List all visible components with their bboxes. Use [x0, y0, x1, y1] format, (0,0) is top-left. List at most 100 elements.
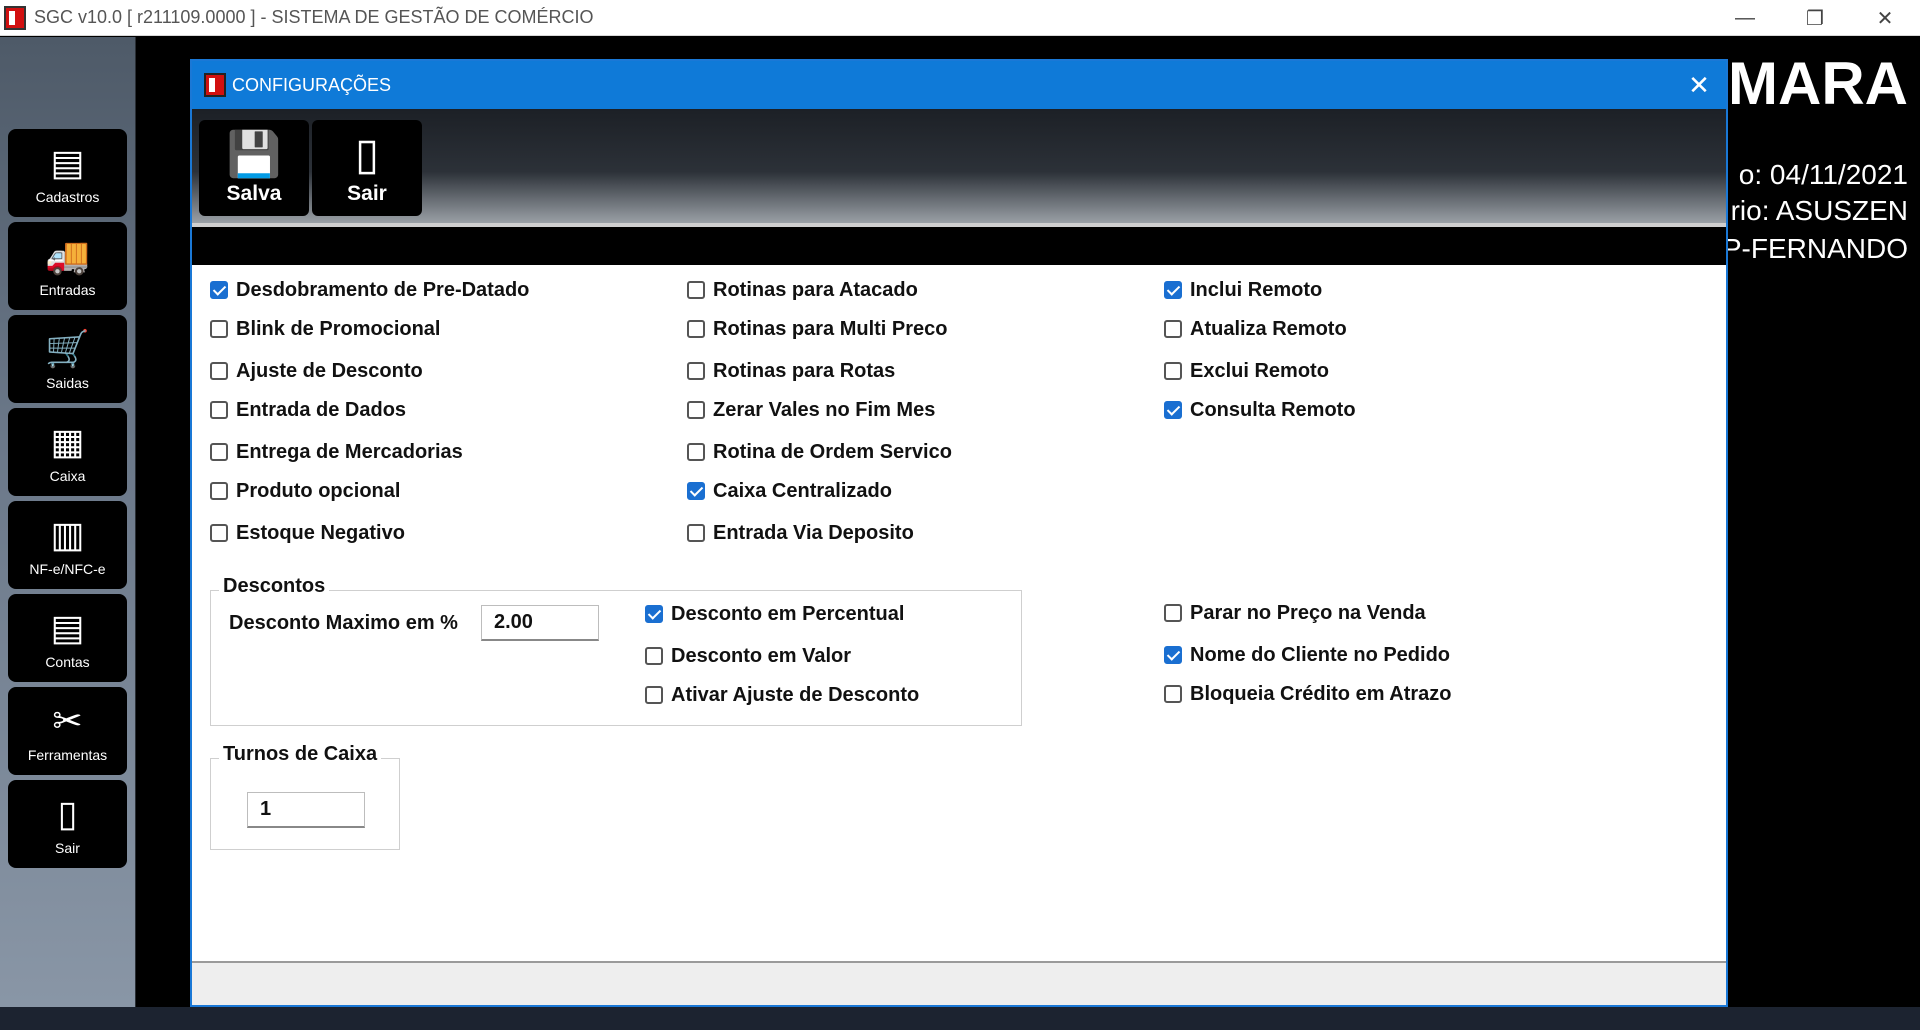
- sidebar-item-sair[interactable]: ▯ Sair: [8, 780, 127, 868]
- checkbox-exclui-remoto[interactable]: Exclui Remoto: [1164, 358, 1329, 384]
- checkbox-box[interactable]: [645, 686, 663, 704]
- restore-button[interactable]: ❐: [1780, 0, 1850, 36]
- checkbox-blink-promocional[interactable]: Blink de Promocional: [210, 316, 440, 342]
- cabinet-icon: ▤: [50, 142, 85, 183]
- sidebar-item-label: Ferramentas: [27, 747, 108, 763]
- sidebar-item-nfe[interactable]: ▥ NF-e/NFC-e: [8, 501, 127, 589]
- dialog-toolbar: 💾 Salva ▯ Sair: [192, 109, 1726, 227]
- checkbox-caixa-centralizado[interactable]: Caixa Centralizado: [687, 478, 892, 504]
- turnos-caixa-legend: Turnos de Caixa: [219, 743, 382, 766]
- checkbox-rotinas-atacado[interactable]: Rotinas para Atacado: [687, 277, 918, 303]
- checkbox-inclui-remoto[interactable]: Inclui Remoto: [1164, 277, 1322, 303]
- checkbox-consulta-remoto[interactable]: Consulta Remoto: [1164, 397, 1356, 423]
- os-taskbar: [0, 1007, 1920, 1030]
- checkbox-ajuste-desconto[interactable]: Ajuste de Desconto: [210, 358, 423, 384]
- checkbox-box[interactable]: [645, 647, 663, 665]
- checkbox-bloqueia-credito[interactable]: Bloqueia Crédito em Atrazo: [1164, 681, 1452, 707]
- checkbox-box[interactable]: [687, 524, 705, 542]
- door-icon: ▯: [57, 793, 78, 834]
- checkbox-box[interactable]: [1164, 685, 1182, 703]
- checkbox-box[interactable]: [210, 281, 228, 299]
- desconto-maximo-label: Desconto Maximo em %: [229, 612, 458, 634]
- sidebar-item-cadastros[interactable]: ▤ Cadastros: [8, 129, 127, 217]
- checkbox-rotinas-multi-preco[interactable]: Rotinas para Multi Preco: [687, 316, 948, 342]
- checkbox-box[interactable]: [210, 443, 228, 461]
- invoice-list-icon: ▥: [50, 514, 85, 555]
- checkbox-box[interactable]: [687, 482, 705, 500]
- minimize-button[interactable]: —: [1710, 0, 1780, 36]
- turnos-caixa-input[interactable]: [247, 792, 365, 828]
- window-close-button[interactable]: ✕: [1850, 0, 1920, 36]
- checkbox-box[interactable]: [210, 362, 228, 380]
- sidebar: ▤ Cadastros 🚚 Entradas 🛒 Saidas ▦ Caixa …: [0, 37, 136, 1007]
- checkbox-atualiza-remoto[interactable]: Atualiza Remoto: [1164, 316, 1347, 342]
- dialog-header: CONFIGURAÇÕES ✕: [192, 61, 1726, 109]
- checkbox-label: Ajuste de Desconto: [236, 359, 423, 382]
- checkbox-label: Entrada Via Deposito: [713, 521, 914, 544]
- checkbox-produto-opcional[interactable]: Produto opcional: [210, 478, 400, 504]
- checkbox-label: Ativar Ajuste de Desconto: [671, 683, 920, 706]
- checkbox-box[interactable]: [687, 401, 705, 419]
- checkbox-box[interactable]: [1164, 362, 1182, 380]
- window-titlebar: SGC v10.0 [ r211109.0000 ] - SISTEMA DE …: [0, 0, 1920, 36]
- checkbox-zerar-vales[interactable]: Zerar Vales no Fim Mes: [687, 397, 935, 423]
- checkbox-box[interactable]: [210, 401, 228, 419]
- descontos-legend: Descontos: [219, 575, 330, 598]
- sidebar-item-label: Cadastros: [35, 189, 100, 205]
- checkbox-box[interactable]: [1164, 604, 1182, 622]
- sidebar-item-caixa[interactable]: ▦ Caixa: [8, 408, 127, 496]
- checkbox-box[interactable]: [687, 281, 705, 299]
- dialog-statusbar: [192, 961, 1726, 1005]
- exit-button[interactable]: ▯ Sair: [312, 120, 422, 216]
- checkbox-estoque-negativo[interactable]: Estoque Negativo: [210, 520, 405, 546]
- checkbox-box[interactable]: [210, 482, 228, 500]
- checkbox-box[interactable]: [1164, 401, 1182, 419]
- checkbox-rotinas-rotas[interactable]: Rotinas para Rotas: [687, 358, 895, 384]
- checkbox-label: Produto opcional: [236, 479, 401, 502]
- sidebar-item-contas[interactable]: ▤ Contas: [8, 594, 127, 682]
- checkbox-desdobramento-pre-datado[interactable]: Desdobramento de Pre-Datado: [210, 277, 529, 303]
- checkbox-box[interactable]: [210, 320, 228, 338]
- floppy-disk-icon: 💾: [226, 130, 282, 179]
- checkbox-label: Rotinas para Atacado: [713, 278, 918, 301]
- sidebar-item-entradas[interactable]: 🚚 Entradas: [8, 222, 127, 310]
- background-title: MARA: [1728, 50, 1908, 117]
- checkbox-ativar-ajuste-desconto[interactable]: Ativar Ajuste de Desconto: [645, 682, 919, 708]
- checkbox-box[interactable]: [1164, 281, 1182, 299]
- dialog-separator-bar: [192, 227, 1726, 265]
- checkbox-desconto-percentual[interactable]: Desconto em Percentual: [645, 601, 904, 627]
- checkbox-label: Estoque Negativo: [236, 521, 405, 544]
- checkbox-box[interactable]: [645, 605, 663, 623]
- truck-icon: 🚚: [45, 235, 90, 276]
- checkbox-box[interactable]: [210, 524, 228, 542]
- checkbox-ordem-servico[interactable]: Rotina de Ordem Servico: [687, 439, 952, 465]
- checkbox-parar-preco-venda[interactable]: Parar no Preço na Venda: [1164, 600, 1426, 626]
- checkbox-box[interactable]: [687, 362, 705, 380]
- checkbox-box[interactable]: [1164, 646, 1182, 664]
- checkbox-entrada-via-deposito[interactable]: Entrada Via Deposito: [687, 520, 914, 546]
- sidebar-item-label: Caixa: [49, 468, 86, 484]
- sidebar-item-saidas[interactable]: 🛒 Saidas: [8, 315, 127, 403]
- checkbox-entrada-dados[interactable]: Entrada de Dados: [210, 397, 406, 423]
- checkbox-nome-cliente-pedido[interactable]: Nome do Cliente no Pedido: [1164, 642, 1450, 668]
- dialog-title: CONFIGURAÇÕES: [232, 74, 392, 95]
- window-title: SGC v10.0 [ r211109.0000 ] - SISTEMA DE …: [34, 7, 594, 27]
- checkbox-box[interactable]: [1164, 320, 1182, 338]
- tools-icon: ✂: [52, 700, 83, 741]
- checkbox-entrega-mercadorias[interactable]: Entrega de Mercadorias: [210, 439, 463, 465]
- settings-content: Desdobramento de Pre-Datado Blink de Pro…: [192, 265, 1726, 955]
- checkbox-label: Rotinas para Multi Preco: [713, 317, 948, 340]
- checkbox-box[interactable]: [687, 320, 705, 338]
- checkbox-desconto-valor[interactable]: Desconto em Valor: [645, 643, 851, 669]
- app-logo-icon: [4, 5, 26, 30]
- checkbox-label: Atualiza Remoto: [1190, 317, 1347, 340]
- desconto-maximo-input[interactable]: [481, 605, 599, 641]
- dialog-close-button[interactable]: ✕: [1682, 69, 1716, 101]
- checkbox-label: Bloqueia Crédito em Atrazo: [1190, 682, 1452, 705]
- sidebar-item-label: NF-e/NFC-e: [29, 561, 106, 577]
- cart-icon: 🛒: [45, 328, 90, 369]
- sidebar-item-ferramentas[interactable]: ✂ Ferramentas: [8, 687, 127, 775]
- save-button[interactable]: 💾 Salva: [199, 120, 309, 216]
- background-station: P-FERNANDO: [1722, 233, 1908, 264]
- checkbox-box[interactable]: [687, 443, 705, 461]
